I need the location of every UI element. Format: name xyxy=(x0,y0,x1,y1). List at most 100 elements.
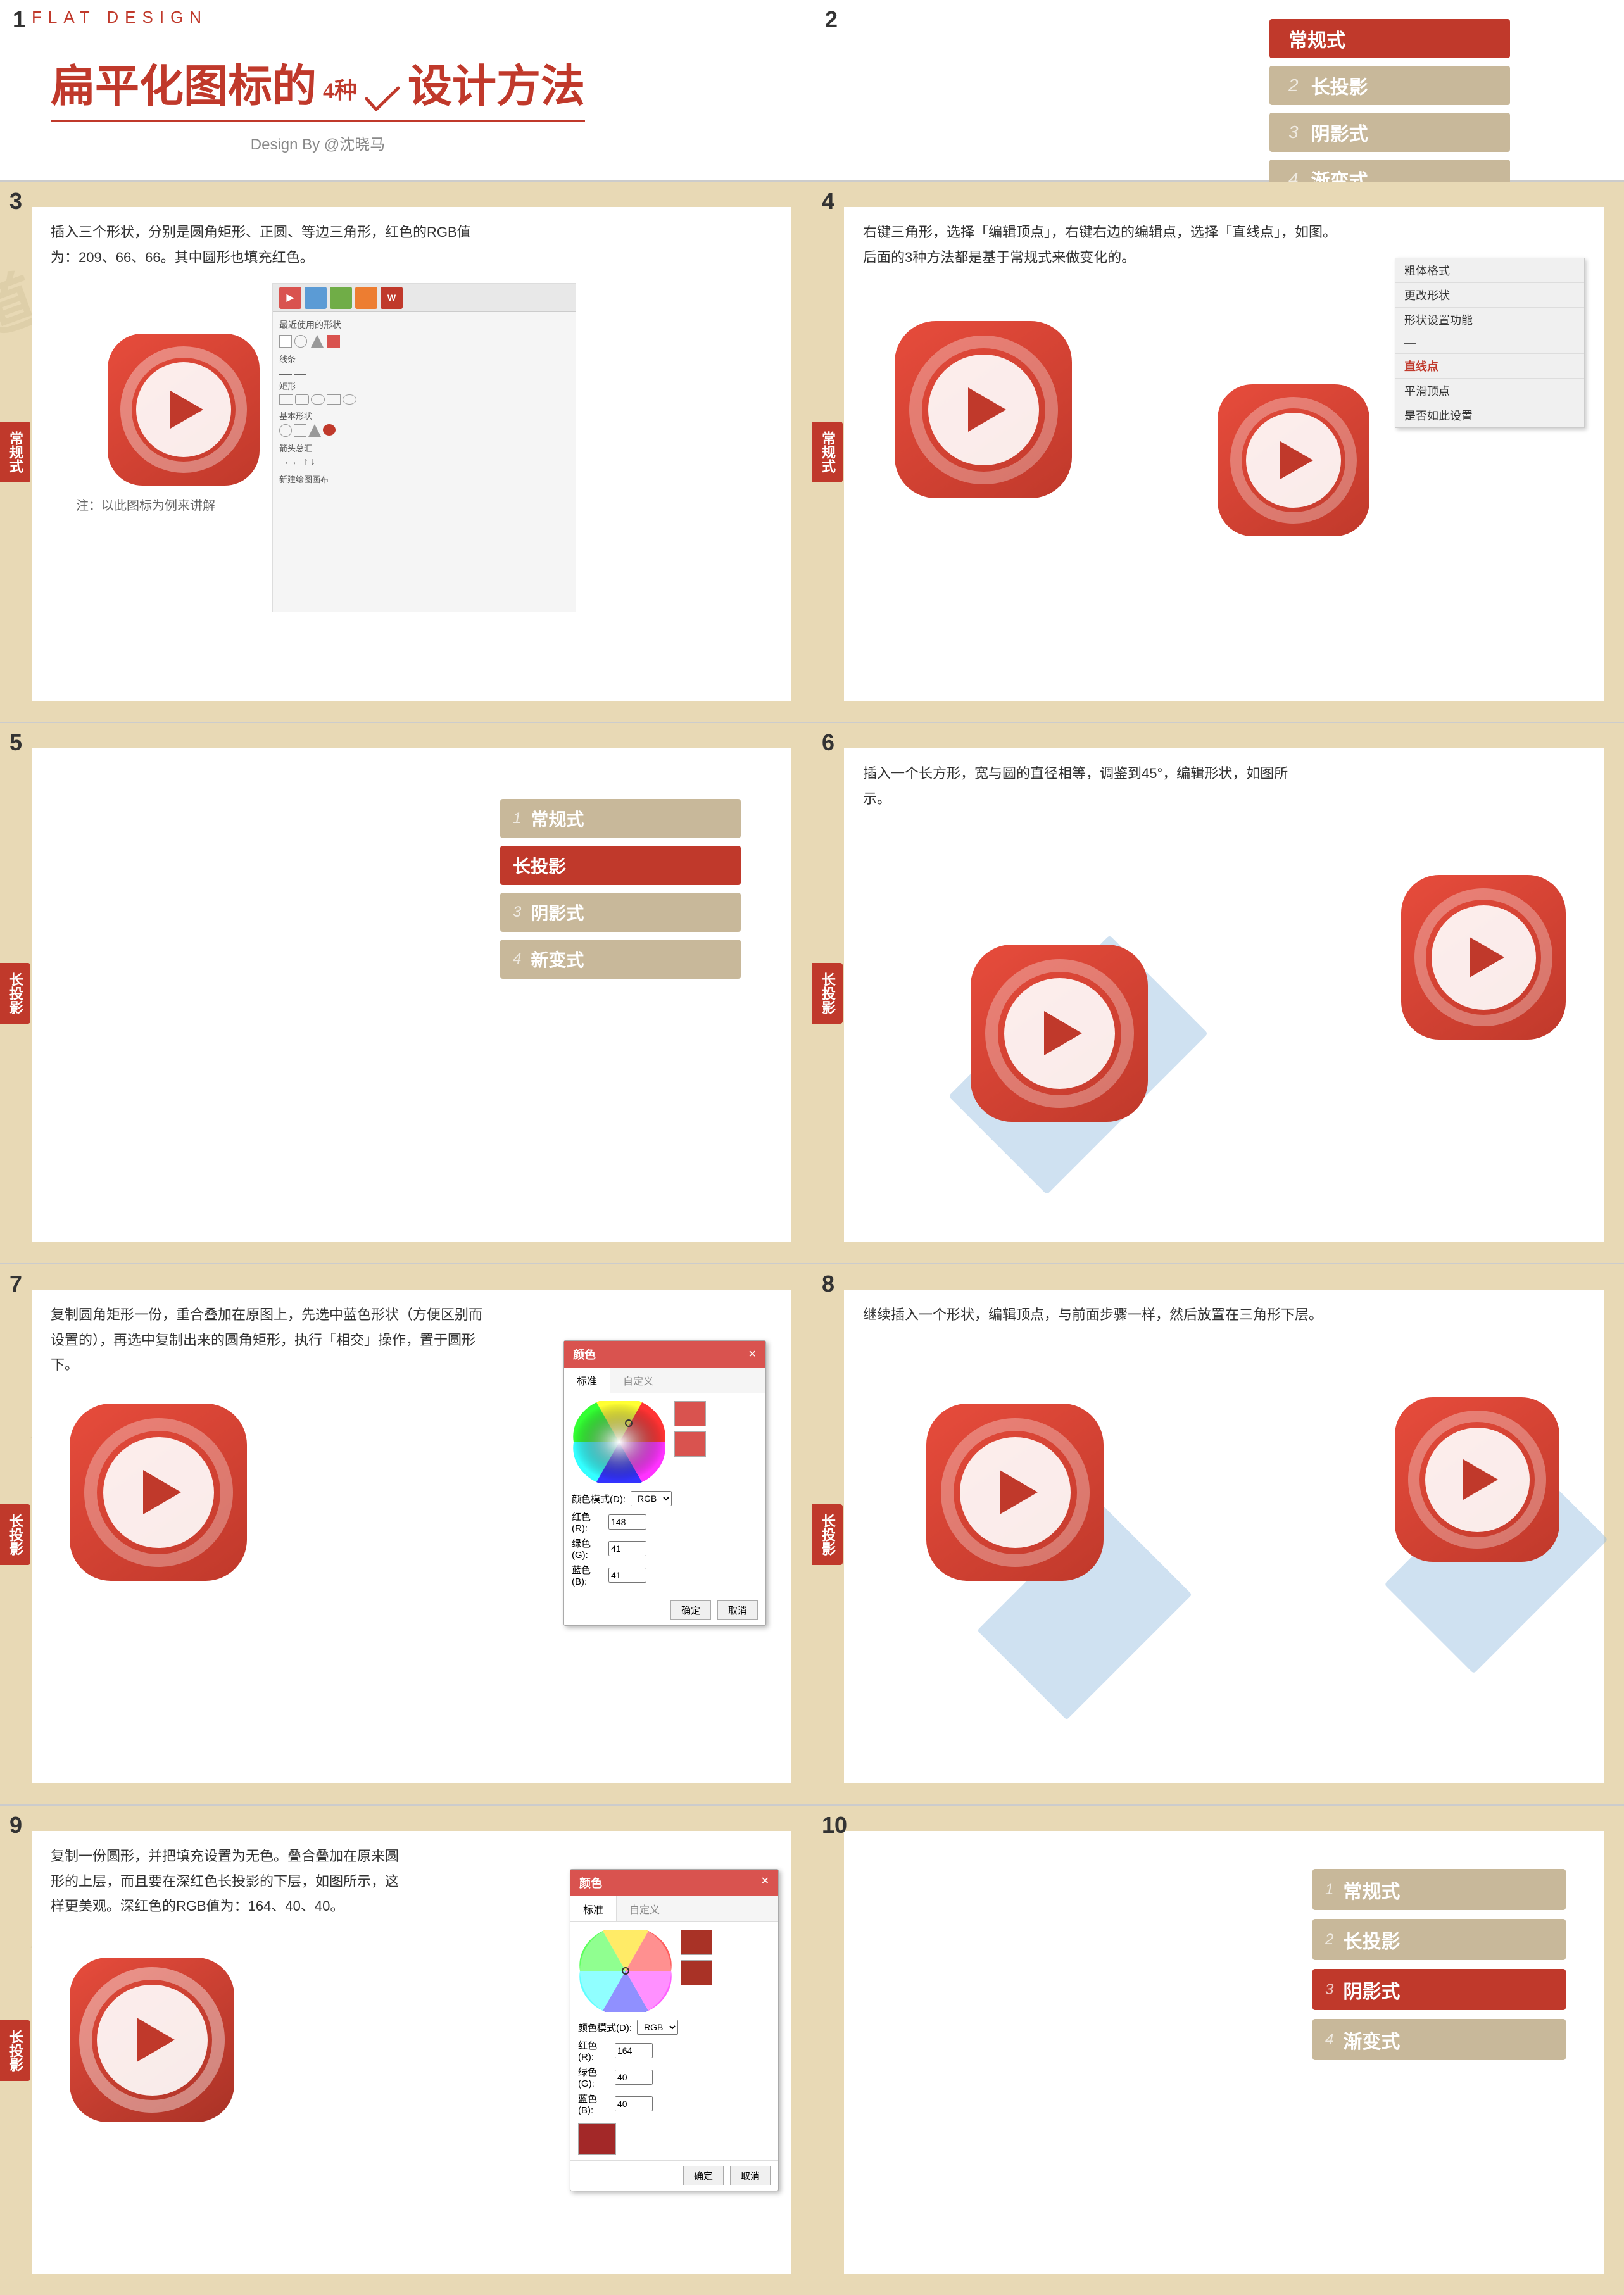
menu-label-1: 常规式 xyxy=(1288,25,1345,53)
badge-3: 常规式 xyxy=(0,422,30,482)
menu-item-3[interactable]: 3 阴影式 xyxy=(1269,113,1510,152)
app-icon-4 xyxy=(895,321,1072,498)
app-icon-8b xyxy=(1395,1397,1559,1562)
section-num-4: 4 xyxy=(822,188,834,215)
four-kinds-label: 4种 xyxy=(323,58,357,108)
m10-4-label: 渐变式 xyxy=(1343,2026,1400,2054)
cp9-swatch-new xyxy=(681,1930,712,1955)
icon-ring-8b xyxy=(1408,1411,1546,1549)
m10-1-num: 1 xyxy=(1325,1881,1333,1899)
section-num-7: 7 xyxy=(9,1271,22,1297)
desc-6: 插入一个长方形，宽与圆的直径相等，调鉴到45°，编辑形状，如图所示。 xyxy=(863,761,1306,811)
tb-icon-4 xyxy=(355,287,377,309)
m10-3-num: 3 xyxy=(1325,1981,1333,1999)
cp9-red-input[interactable] xyxy=(615,2043,653,2058)
cp-green-input[interactable] xyxy=(608,1541,646,1556)
cp-buttons: 确定 取消 xyxy=(564,1595,765,1625)
m10-2-num: 2 xyxy=(1325,1931,1333,1949)
cp9-cancel[interactable]: 取消 xyxy=(730,2166,771,2185)
cp9-green-input[interactable] xyxy=(615,2070,653,2085)
app-icon-7 xyxy=(70,1404,247,1581)
shape-red xyxy=(327,335,340,348)
cp9-swatches xyxy=(681,1930,712,2012)
mn-5-4-num: 4 xyxy=(513,950,521,968)
swatch-current xyxy=(674,1431,706,1457)
icon-ring-8 xyxy=(941,1418,1090,1567)
panel-9: 道信 9 长投影 复制一份圆形，并把填充设置为无色。叠合叠加在原来圆形的上层，而… xyxy=(0,1806,812,2295)
menu-5-2[interactable]: 长投影 xyxy=(500,846,741,885)
menu-10-3[interactable]: 3 阴影式 xyxy=(1312,1969,1566,2010)
mn-5-3-num: 3 xyxy=(513,903,521,921)
cp9-tab-custom[interactable]: 自定义 xyxy=(617,1896,672,1921)
menu-label-3: 阴影式 xyxy=(1311,118,1368,146)
cp-red-label: 红色(R): xyxy=(572,1510,603,1534)
cp-mode-select[interactable]: RGB xyxy=(631,1491,672,1506)
shape-sq xyxy=(279,335,292,348)
mn-5-3-label: 阴影式 xyxy=(531,900,584,925)
main-title-text: 扁平化图标的 4种 设计方法 xyxy=(51,51,585,122)
panel-10-white: 1 常规式 2 长投影 3 阴影式 4 渐变式 xyxy=(844,1831,1604,2274)
cp9-tab-std[interactable]: 标准 xyxy=(570,1896,617,1921)
shape-panel: 最近使用的形状 线条 矩形 xyxy=(273,312,576,494)
cp-ok-btn[interactable]: 确定 xyxy=(670,1600,711,1620)
icon-ring-4b xyxy=(1230,397,1357,524)
panel-7: 道信 7 长投影 复制圆角矩形一份，重合叠加在原图上，先选中蓝色形状（方便区别而… xyxy=(0,1264,812,1804)
app-icon-3 xyxy=(108,334,260,486)
icon-circle-4 xyxy=(928,355,1039,465)
tb-icon-1: ▶ xyxy=(279,287,301,309)
panel-2: 2 常规式 2 长投影 3 阴影式 4 渐变式 xyxy=(812,0,1624,180)
icon-ring-6 xyxy=(985,959,1134,1108)
menu-10-4[interactable]: 4 渐变式 xyxy=(1312,2019,1566,2060)
cp9-close[interactable]: ✕ xyxy=(761,1875,769,1891)
menu-item-1[interactable]: 常规式 xyxy=(1269,19,1510,58)
cp-tab-standard[interactable]: 标准 xyxy=(564,1368,610,1393)
m10-3-label: 阴影式 xyxy=(1343,1976,1400,2004)
icon-ring-3 xyxy=(120,346,247,473)
note-3: 注：以此图标为例来讲解 xyxy=(76,495,215,513)
menu-5-1[interactable]: 1 常规式 xyxy=(500,799,741,838)
panel-3: 道信 道信 道 3 常规式 插入三个形状，分别是圆角矩形、正圆、等边三角形，红色… xyxy=(0,182,812,722)
m10-1-label: 常规式 xyxy=(1343,1876,1400,1904)
cp9-body xyxy=(570,1922,778,2020)
menu-5-3[interactable]: 3 阴影式 xyxy=(500,893,741,932)
mn-5-2-label: 长投影 xyxy=(513,853,566,878)
cp-rgb: 颜色模式(D): RGB 红色(R): 绿色(G): 蓝色(B): xyxy=(564,1491,765,1595)
menu-10-1[interactable]: 1 常规式 xyxy=(1312,1869,1566,1910)
cp-red-input[interactable] xyxy=(608,1514,646,1530)
cp-mode-label: 颜色模式(D): xyxy=(572,1492,626,1506)
cp-close[interactable]: ✕ xyxy=(748,1348,757,1361)
panel-4: 道信 4 常规式 右键三角形，选择「编辑顶点」，右键右边的编辑点，选择「直线点」… xyxy=(812,182,1624,722)
panel-8: 道信 8 长投影 继续插入一个形状，编辑顶点，与前面步骤一样，然后放置在三角形下… xyxy=(812,1264,1624,1804)
panel-9-white: 复制一份圆形，并把填充设置为无色。叠合叠加在原来圆形的上层，而且要在深红色长投影… xyxy=(32,1831,791,2274)
menu-5-4[interactable]: 4 新变式 xyxy=(500,940,741,979)
panel-5-white: 1 常规式 长投影 3 阴影式 4 新变式 xyxy=(32,748,791,1242)
cm-item-3: 形状设置功能 xyxy=(1395,308,1584,332)
cp-blue-input[interactable] xyxy=(608,1568,646,1583)
play-icon-7 xyxy=(143,1470,181,1514)
section-num-3: 3 xyxy=(9,188,22,215)
panel-1: 1 FLAT DESIGN 扁平化图标的 4种 设计方法 Design By @… xyxy=(0,0,812,180)
section-num-1: 1 xyxy=(13,6,25,33)
cp-swatches xyxy=(674,1401,706,1483)
tb-icon-2 xyxy=(305,287,327,309)
cp-cancel-btn[interactable]: 取消 xyxy=(717,1600,758,1620)
cp-tab-custom[interactable]: 自定义 xyxy=(610,1368,666,1393)
cp-tabs: 标准 自定义 xyxy=(564,1368,765,1393)
cm-item-4: — xyxy=(1395,332,1584,354)
icon-circle-8b xyxy=(1425,1428,1530,1532)
recent-shapes xyxy=(279,335,569,348)
icon-ring-7 xyxy=(84,1418,233,1567)
menu-item-2[interactable]: 2 长投影 xyxy=(1269,66,1510,105)
app-icon-8 xyxy=(926,1404,1104,1581)
cp9-mode-sel[interactable]: RGB xyxy=(637,2020,678,2035)
bs1 xyxy=(279,424,292,437)
cm-item-5: 直线点 xyxy=(1395,354,1584,379)
cm-item-1: 粗体格式 xyxy=(1395,258,1584,283)
menu-list-2: 常规式 2 长投影 3 阴影式 4 渐变式 xyxy=(1269,19,1510,206)
menu-10-2[interactable]: 2 长投影 xyxy=(1312,1919,1566,1960)
cp9-blue-input[interactable] xyxy=(615,2096,653,2111)
badge-8: 长投影 xyxy=(812,1504,843,1565)
m10-2-label: 长投影 xyxy=(1343,1926,1400,1954)
cp9-ok[interactable]: 确定 xyxy=(683,2166,724,2185)
r1 xyxy=(279,394,293,405)
